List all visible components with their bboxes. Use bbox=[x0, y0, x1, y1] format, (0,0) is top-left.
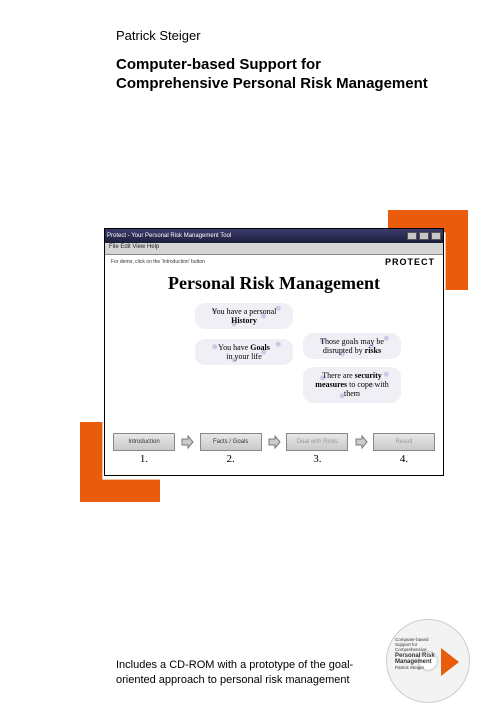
step-2-number: 2. bbox=[227, 453, 235, 465]
step-1-number: 1. bbox=[140, 453, 148, 465]
step-2-button[interactable]: Facts / Goals bbox=[200, 433, 262, 451]
app-window: Protect - Your Personal Risk Management … bbox=[104, 228, 444, 476]
step-4-button[interactable]: Result bbox=[373, 433, 435, 451]
title-line-1: Computer-based Support for bbox=[116, 56, 321, 73]
cloud-history: You have a personal History bbox=[195, 303, 293, 329]
app-brand-logo: PROTECT bbox=[385, 257, 435, 267]
step-1-button[interactable]: Introduction bbox=[113, 433, 175, 451]
app-content: For demo, click on the 'Introduction' bu… bbox=[105, 255, 443, 475]
step-4-number: 4. bbox=[400, 453, 408, 465]
cd-label: Computer-based Support for Comprehensive… bbox=[395, 638, 441, 671]
cd-description: Includes a CD-ROM with a prototype of th… bbox=[116, 658, 353, 687]
author-name: Patrick Steiger bbox=[116, 28, 201, 43]
chevron-right-icon bbox=[441, 648, 459, 676]
step-3-number: 3. bbox=[313, 453, 321, 465]
cd-text-line-2: oriented approach to personal risk manag… bbox=[116, 674, 350, 686]
instruction-text: For demo, click on the 'Introduction' bu… bbox=[111, 259, 205, 265]
book-title: Computer-based Support for Comprehensive… bbox=[116, 56, 428, 94]
app-headline: Personal Risk Management bbox=[105, 273, 443, 294]
cloud-risks: Those goals may be disrupted by risks bbox=[303, 333, 401, 359]
cloud-measures: There are security measures to cope with… bbox=[303, 367, 401, 403]
window-controls bbox=[407, 232, 441, 240]
menu-bar[interactable]: File Edit View Help bbox=[105, 243, 443, 255]
close-icon[interactable] bbox=[431, 232, 441, 240]
cd-text-line-1: Includes a CD-ROM with a prototype of th… bbox=[116, 659, 353, 671]
arrow-right-icon bbox=[180, 435, 194, 449]
cd-rom-icon: Computer-based Support for Comprehensive… bbox=[386, 619, 470, 703]
step-3: Deal with Risks 3. bbox=[286, 433, 348, 465]
cloud-goals: You have Goals in your life bbox=[195, 339, 293, 365]
maximize-icon[interactable] bbox=[419, 232, 429, 240]
minimize-icon[interactable] bbox=[407, 232, 417, 240]
step-1: Introduction 1. bbox=[113, 433, 175, 465]
window-titlebar: Protect - Your Personal Risk Management … bbox=[105, 229, 443, 243]
step-2: Facts / Goals 2. bbox=[200, 433, 262, 465]
step-3-button[interactable]: Deal with Risks bbox=[286, 433, 348, 451]
arrow-right-icon bbox=[354, 435, 368, 449]
title-line-2: Comprehensive Personal Risk Management bbox=[116, 75, 428, 92]
step-bar: Introduction 1. Facts / Goals 2. Deal wi… bbox=[113, 433, 435, 465]
arrow-right-icon bbox=[267, 435, 281, 449]
step-4: Result 4. bbox=[373, 433, 435, 465]
window-title: Protect - Your Personal Risk Management … bbox=[107, 233, 231, 239]
book-cover: Patrick Steiger Computer-based Support f… bbox=[0, 0, 500, 727]
